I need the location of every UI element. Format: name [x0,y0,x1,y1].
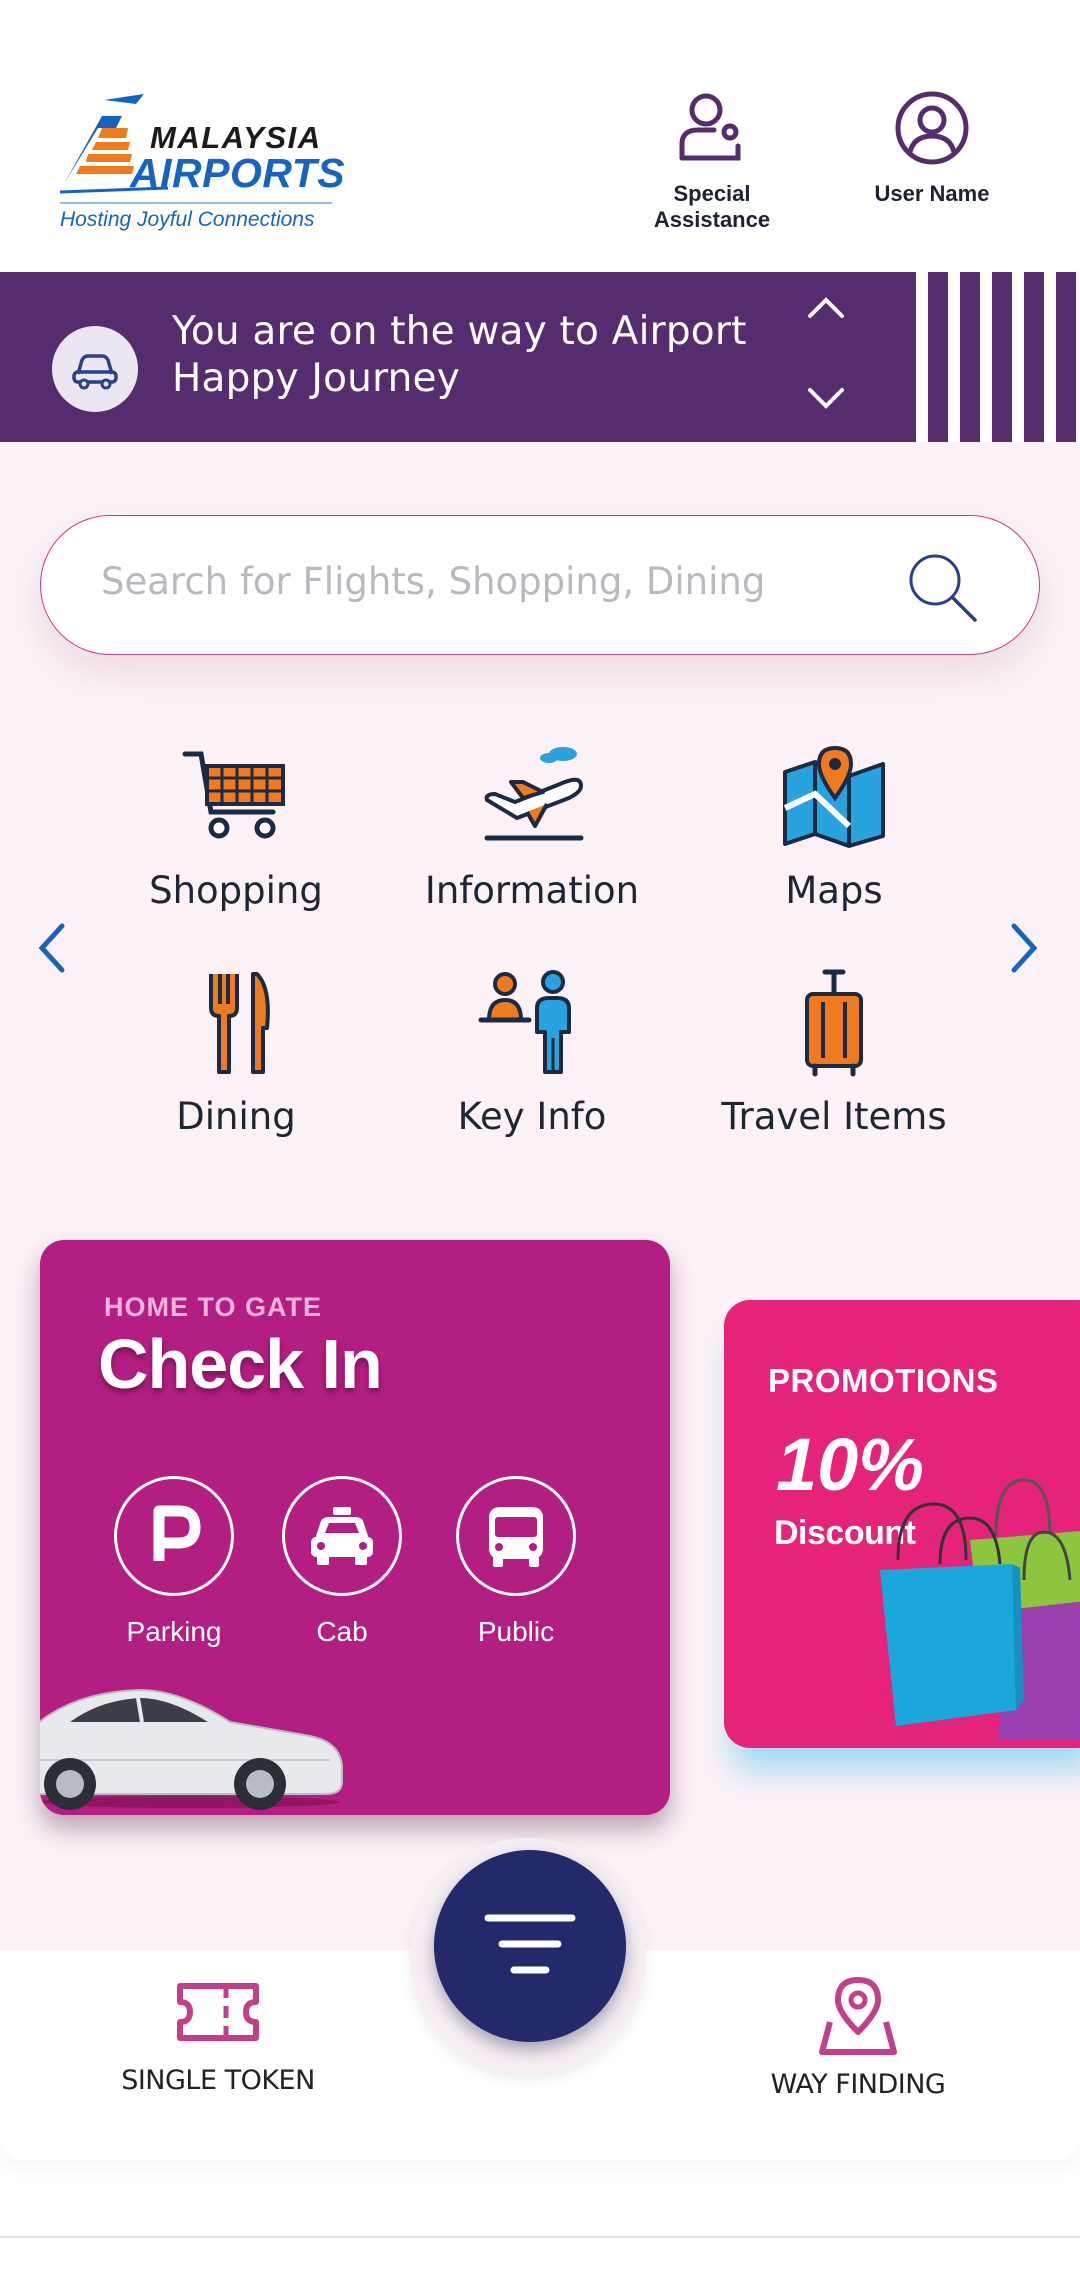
parking-icon [153,1505,201,1561]
parking-circle [114,1476,234,1596]
category-label: Travel Items [721,1095,947,1138]
check-in-subtitle: HOME TO GATE [104,1292,323,1322]
shopping-bags-icon [880,1478,1080,1740]
search-icon[interactable] [903,548,983,628]
way-finding-label: WAY FINDING [770,2069,946,2100]
way-finding-button[interactable]: WAY FINDING [728,1976,988,2100]
journey-line2: Happy Journey [172,356,461,401]
special-assistance-label: Special Assistance [653,181,771,232]
logo-line2: AIRPORTS [130,150,346,196]
journey-line1: You are on the way to Airport [172,309,747,354]
parking-label: Parking [126,1616,222,1647]
category-label: Information [424,869,640,912]
single-token-label: SINGLE TOKEN [121,2065,315,2096]
chevron-right-icon[interactable] [1004,918,1044,978]
category-label: Dining [176,1095,296,1138]
category-information[interactable]: Information [402,742,662,912]
search-placeholder: Search for Flights, Shopping, Dining [101,560,766,603]
check-in-title: Check In [98,1325,383,1403]
ticket-icon [177,1983,259,2041]
category-maps[interactable]: Maps [704,742,964,912]
logo-divider [60,202,332,204]
user-icon [895,91,969,165]
user-profile-button[interactable]: User Name [847,88,1017,207]
chevron-down-icon[interactable] [806,386,846,410]
special-assistance-button[interactable]: Special Assistance [627,88,797,233]
cab-option[interactable]: Cab [280,1476,404,1648]
taxi-icon [311,1507,373,1565]
search-bar[interactable]: Search for Flights, Shopping, Dining [40,515,1040,655]
public-circle [456,1476,576,1596]
journey-banner: You are on the way to Airport Happy Jour… [0,272,1080,442]
single-token-button[interactable]: SINGLE TOKEN [88,1972,348,2096]
journey-car-badge [52,326,138,412]
user-name-label: User Name [874,181,990,206]
car-illustration-icon [40,1688,343,1810]
main-panel: Search for Flights, Shopping, Dining Sho… [0,442,1080,1950]
chevron-up-icon[interactable] [806,296,846,320]
public-option[interactable]: Public [454,1476,578,1648]
logo-tagline: Hosting Joyful Connections [60,208,315,231]
category-travel-items[interactable]: Travel Items [704,968,964,1138]
app-header: MALAYSIA AIRPORTS Hosting Joyful Connect… [0,0,1080,272]
promotions-card[interactable]: PROMOTIONS 10% Discount [724,1300,1080,1748]
luggage-icon [805,969,863,1077]
category-label: Maps [785,869,883,912]
location-pin-icon [819,1977,897,2055]
bus-icon [489,1507,543,1567]
chevron-left-icon[interactable] [32,918,72,978]
journey-message: You are on the way to Airport Happy Jour… [172,308,747,402]
fork-knife-icon [209,972,270,1074]
category-shopping[interactable]: Shopping [106,742,366,912]
category-label: Shopping [149,869,323,912]
cab-circle [282,1476,402,1596]
menu-filter-icon [484,1914,576,1974]
map-icon [783,745,885,848]
menu-fab-button[interactable] [434,1850,626,2042]
car-icon [72,354,118,390]
parking-option[interactable]: Parking [112,1476,236,1648]
public-label: Public [477,1616,555,1647]
menu-fab-ring [410,1838,646,2074]
banner-stripes [916,272,1080,442]
promotions-title: PROMOTIONS [768,1362,999,1399]
info-desk-icon [478,970,571,1074]
cab-label: Cab [316,1616,368,1647]
system-gesture-divider [0,2236,1080,2238]
malaysia-airports-logo[interactable]: MALAYSIA AIRPORTS Hosting Joyful Connect… [58,92,358,242]
category-dining[interactable]: Dining [106,968,366,1138]
assistance-icon [679,93,741,161]
plane-icon [484,747,584,841]
category-label: Key Info [457,1095,607,1138]
shopping-cart-icon [182,751,285,839]
category-key-info[interactable]: Key Info [402,968,662,1138]
check-in-card[interactable]: HOME TO GATE Check In Parking Cab Public [40,1240,670,1815]
